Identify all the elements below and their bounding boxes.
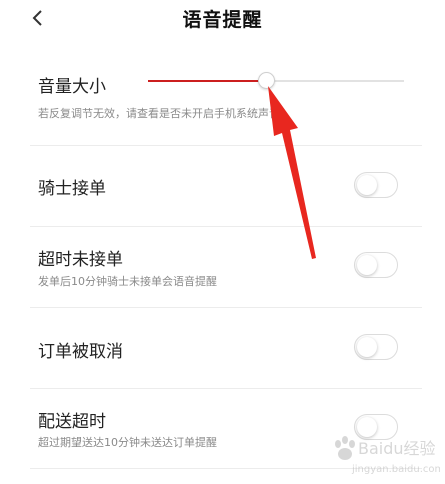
setting-title: 超时未接单 bbox=[38, 250, 123, 270]
setting-row-timeout-unaccepted: 超时未接单 发单后10分钟骑士未接单会语音提醒 bbox=[0, 227, 445, 307]
setting-title: 订单被取消 bbox=[38, 342, 123, 362]
toggle-knob bbox=[357, 337, 377, 357]
setting-row-order-cancelled: 订单被取消 bbox=[0, 308, 445, 388]
setting-row-rider-accept: 骑士接单 bbox=[0, 146, 445, 226]
volume-row: 音量大小 若反复调节无效，请查看是否未开启手机系统声音 bbox=[0, 60, 445, 145]
setting-title: 配送超时 bbox=[38, 412, 106, 432]
watermark-url: jingyan.baidu.com bbox=[351, 464, 440, 475]
order-cancelled-toggle[interactable] bbox=[354, 334, 398, 360]
baidu-watermark-icon: Baidu经验 jingyan.baidu.com bbox=[335, 436, 440, 475]
page-title: 语音提醒 bbox=[182, 9, 263, 31]
toggle-knob bbox=[357, 255, 377, 275]
setting-title: 骑士接单 bbox=[38, 179, 106, 199]
watermark-brand: Baidu经验 bbox=[358, 439, 436, 458]
header-bar: 语音提醒 bbox=[0, 0, 445, 44]
volume-hint: 若反复调节无效，请查看是否未开启手机系统声音 bbox=[38, 107, 280, 120]
timeout-unaccepted-toggle[interactable] bbox=[354, 252, 398, 278]
slider-thumb[interactable] bbox=[258, 72, 275, 89]
slider-fill bbox=[148, 80, 266, 82]
setting-subtitle: 超过期望送达10分钟未送达订单提醒 bbox=[38, 436, 217, 449]
volume-label: 音量大小 bbox=[38, 77, 106, 97]
rider-accept-toggle[interactable] bbox=[354, 172, 398, 198]
toggle-knob bbox=[357, 175, 377, 195]
setting-subtitle: 发单后10分钟骑士未接单会语音提醒 bbox=[38, 275, 217, 288]
volume-slider[interactable] bbox=[148, 72, 404, 89]
